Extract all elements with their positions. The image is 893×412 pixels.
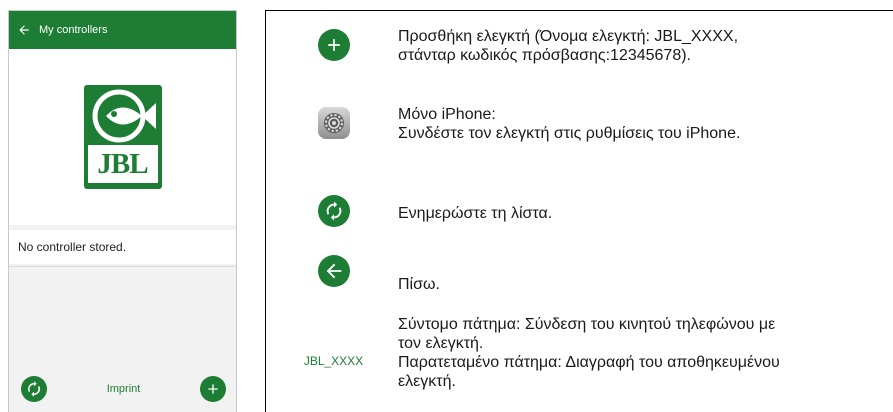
bottom-bar: Imprint [9,366,236,412]
plus-icon [208,384,218,394]
legend-row-add: Προσθήκη ελεγκτή (Όνομα ελεγκτή: JBL_XXX… [266,11,893,91]
ios-settings-icon [317,107,350,139]
refresh-icon [28,381,40,397]
legend-row-settings: Μόνο iPhone: Συνδέστε τον ελεγκτή στις ρ… [266,91,893,171]
logo-area: JBL [9,49,236,225]
phone-screen: My controllers JBL No controller stored.… [8,10,237,412]
fish-logo-icon [92,89,156,143]
add-button-sample [317,29,350,61]
divider [9,266,236,267]
legend-row-refresh: Ενημερώστε τη λίστα. [266,171,893,231]
empty-list-message: No controller stored. [9,230,236,264]
legend-text-settings: Μόνο iPhone: Συνδέστε τον ελεγκτή στις ρ… [398,106,741,142]
legend-text-controller: Σύντομο πάτημα: Σύνδεση του κινητού τηλε… [398,316,780,390]
back-button[interactable] [9,23,39,37]
app-bar: My controllers [9,11,236,49]
legend-text-refresh: Ενημερώστε τη λίστα. [398,205,553,222]
imprint-link[interactable]: Imprint [107,383,141,395]
legend-text-add: Προσθήκη ελεγκτή (Όνομα ελεγκτή: JBL_XXX… [398,28,739,64]
page-title: My controllers [39,24,108,36]
refresh-button-sample [317,195,350,227]
refresh-button[interactable] [21,376,47,402]
controller-name-sample: JBL_XXXX [303,354,364,368]
back-button-sample [317,255,350,287]
legend-text-back: Πίσω. [398,276,440,293]
gear-icon [323,113,344,133]
add-controller-button[interactable] [200,376,226,402]
logo-wordmark: JBL [87,145,158,183]
refresh-icon [326,201,341,221]
icon-legend: Προσθήκη ελεγκτή (Όνομα ελεγκτή: JBL_XXX… [265,10,893,412]
arrow-left-icon [326,263,341,279]
jbl-logo: JBL [83,85,162,189]
plus-icon [327,39,340,51]
legend-row-controller: JBL_XXXX Σύντομο πάτημα: Σύνδεση του κιν… [266,301,893,412]
arrow-left-icon [19,25,29,35]
legend-row-back: Πίσω. [266,231,893,301]
